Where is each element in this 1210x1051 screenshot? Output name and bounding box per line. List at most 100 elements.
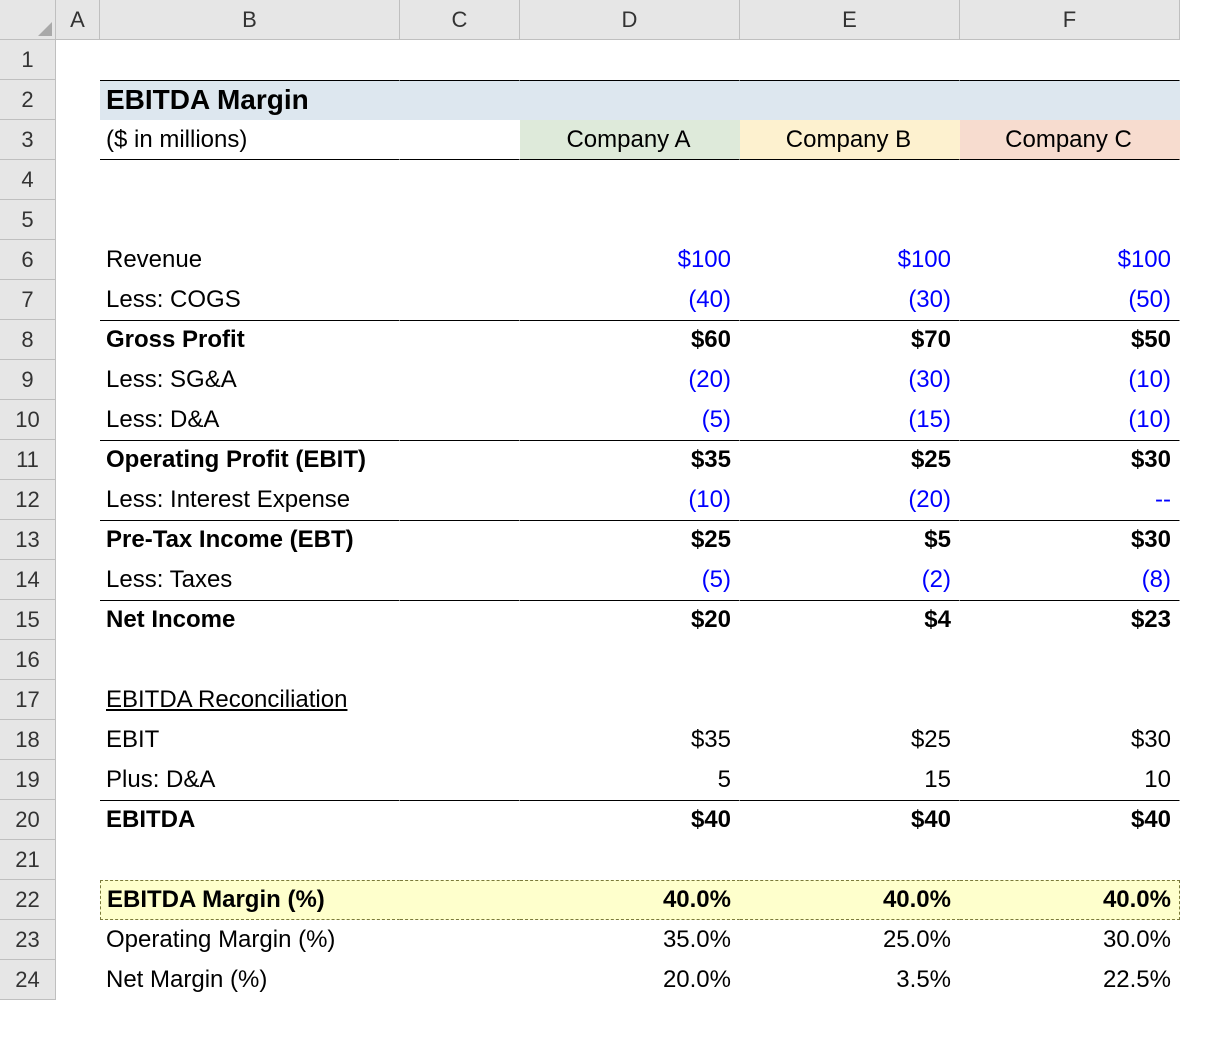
value-ebit-b[interactable]: $25 [740,440,960,480]
row-header-19[interactable]: 19 [0,760,56,800]
cell[interactable] [56,560,100,600]
spreadsheet-grid[interactable]: A B C D E F 1 2 EBITDA Margin 3 ($ in mi… [0,0,1210,1000]
row-header-11[interactable]: 11 [0,440,56,480]
value-revenue-b[interactable]: $100 [740,240,960,280]
value-recon-ebit-b[interactable]: $25 [740,720,960,760]
value-netincome-b[interactable]: $4 [740,600,960,640]
value-ebitda-c[interactable]: $40 [960,800,1180,840]
cell[interactable] [960,40,1180,80]
value-op-margin-b[interactable]: 25.0% [740,920,960,960]
value-net-margin-c[interactable]: 22.5% [960,960,1180,1000]
value-ebitda-margin-b[interactable]: 40.0% [740,880,960,920]
value-taxes-b[interactable]: (2) [740,560,960,600]
value-ebitda-a[interactable]: $40 [520,800,740,840]
cell[interactable] [400,880,520,920]
cell[interactable] [100,640,400,680]
select-all-corner[interactable] [0,0,56,40]
cell[interactable] [400,440,520,480]
cell[interactable] [56,520,100,560]
cell[interactable] [740,640,960,680]
value-taxes-c[interactable]: (8) [960,560,1180,600]
label-net-margin[interactable]: Net Margin (%) [100,960,400,1000]
row-header-5[interactable]: 5 [0,200,56,240]
value-ebitda-b[interactable]: $40 [740,800,960,840]
value-op-margin-a[interactable]: 35.0% [520,920,740,960]
cell[interactable] [400,320,520,360]
value-gross-b[interactable]: $70 [740,320,960,360]
cell[interactable] [100,40,400,80]
cell[interactable] [520,840,740,880]
col-header-D[interactable]: D [520,0,740,40]
label-cogs[interactable]: Less: COGS [100,280,400,320]
row-header-7[interactable]: 7 [0,280,56,320]
cell[interactable] [520,200,740,240]
cell[interactable] [400,200,520,240]
row-header-23[interactable]: 23 [0,920,56,960]
cell[interactable] [56,880,100,920]
value-sga-a[interactable]: (20) [520,360,740,400]
cell[interactable] [56,360,100,400]
cell[interactable] [960,80,1180,120]
value-ebitda-margin-a[interactable]: 40.0% [520,880,740,920]
row-header-8[interactable]: 8 [0,320,56,360]
value-recon-ebit-c[interactable]: $30 [960,720,1180,760]
value-ebt-a[interactable]: $25 [520,520,740,560]
row-header-15[interactable]: 15 [0,600,56,640]
value-ebit-a[interactable]: $35 [520,440,740,480]
value-recon-ebit-a[interactable]: $35 [520,720,740,760]
col-header-E[interactable]: E [740,0,960,40]
value-recon-da-b[interactable]: 15 [740,760,960,800]
cell[interactable] [960,160,1180,200]
cell[interactable] [960,640,1180,680]
cell[interactable] [960,200,1180,240]
cell[interactable] [960,680,1180,720]
label-ebitda[interactable]: EBITDA [100,800,400,840]
cell[interactable] [56,200,100,240]
cell[interactable] [56,960,100,1000]
value-interest-a[interactable]: (10) [520,480,740,520]
cell[interactable] [400,160,520,200]
row-header-16[interactable]: 16 [0,640,56,680]
value-netincome-a[interactable]: $20 [520,600,740,640]
cell[interactable] [520,680,740,720]
value-revenue-a[interactable]: $100 [520,240,740,280]
title-cell[interactable]: EBITDA Margin [100,80,400,120]
value-taxes-a[interactable]: (5) [520,560,740,600]
row-header-21[interactable]: 21 [0,840,56,880]
row-header-1[interactable]: 1 [0,40,56,80]
cell[interactable] [56,800,100,840]
cell[interactable] [56,440,100,480]
cell[interactable] [56,760,100,800]
value-interest-c[interactable]: -- [960,480,1180,520]
label-ebit[interactable]: Operating Profit (EBIT) [100,440,400,480]
label-recon-ebit[interactable]: EBIT [100,720,400,760]
label-netincome[interactable]: Net Income [100,600,400,640]
cell[interactable] [740,200,960,240]
label-ebitda-margin[interactable]: EBITDA Margin (%) [100,880,400,920]
label-sga[interactable]: Less: SG&A [100,360,400,400]
label-gross[interactable]: Gross Profit [100,320,400,360]
col-header-A[interactable]: A [56,0,100,40]
value-recon-da-a[interactable]: 5 [520,760,740,800]
cell[interactable] [400,640,520,680]
col-header-B[interactable]: B [100,0,400,40]
cell[interactable] [520,640,740,680]
row-header-17[interactable]: 17 [0,680,56,720]
value-ebit-c[interactable]: $30 [960,440,1180,480]
value-ebt-b[interactable]: $5 [740,520,960,560]
cell[interactable] [56,840,100,880]
cell[interactable] [56,680,100,720]
row-header-10[interactable]: 10 [0,400,56,440]
label-ebt[interactable]: Pre-Tax Income (EBT) [100,520,400,560]
cell[interactable] [400,80,520,120]
cell[interactable] [400,400,520,440]
cell[interactable] [400,520,520,560]
row-header-24[interactable]: 24 [0,960,56,1000]
cell[interactable] [56,920,100,960]
row-header-6[interactable]: 6 [0,240,56,280]
cell[interactable] [56,280,100,320]
cell[interactable] [100,160,400,200]
row-header-14[interactable]: 14 [0,560,56,600]
value-net-margin-a[interactable]: 20.0% [520,960,740,1000]
row-header-18[interactable]: 18 [0,720,56,760]
